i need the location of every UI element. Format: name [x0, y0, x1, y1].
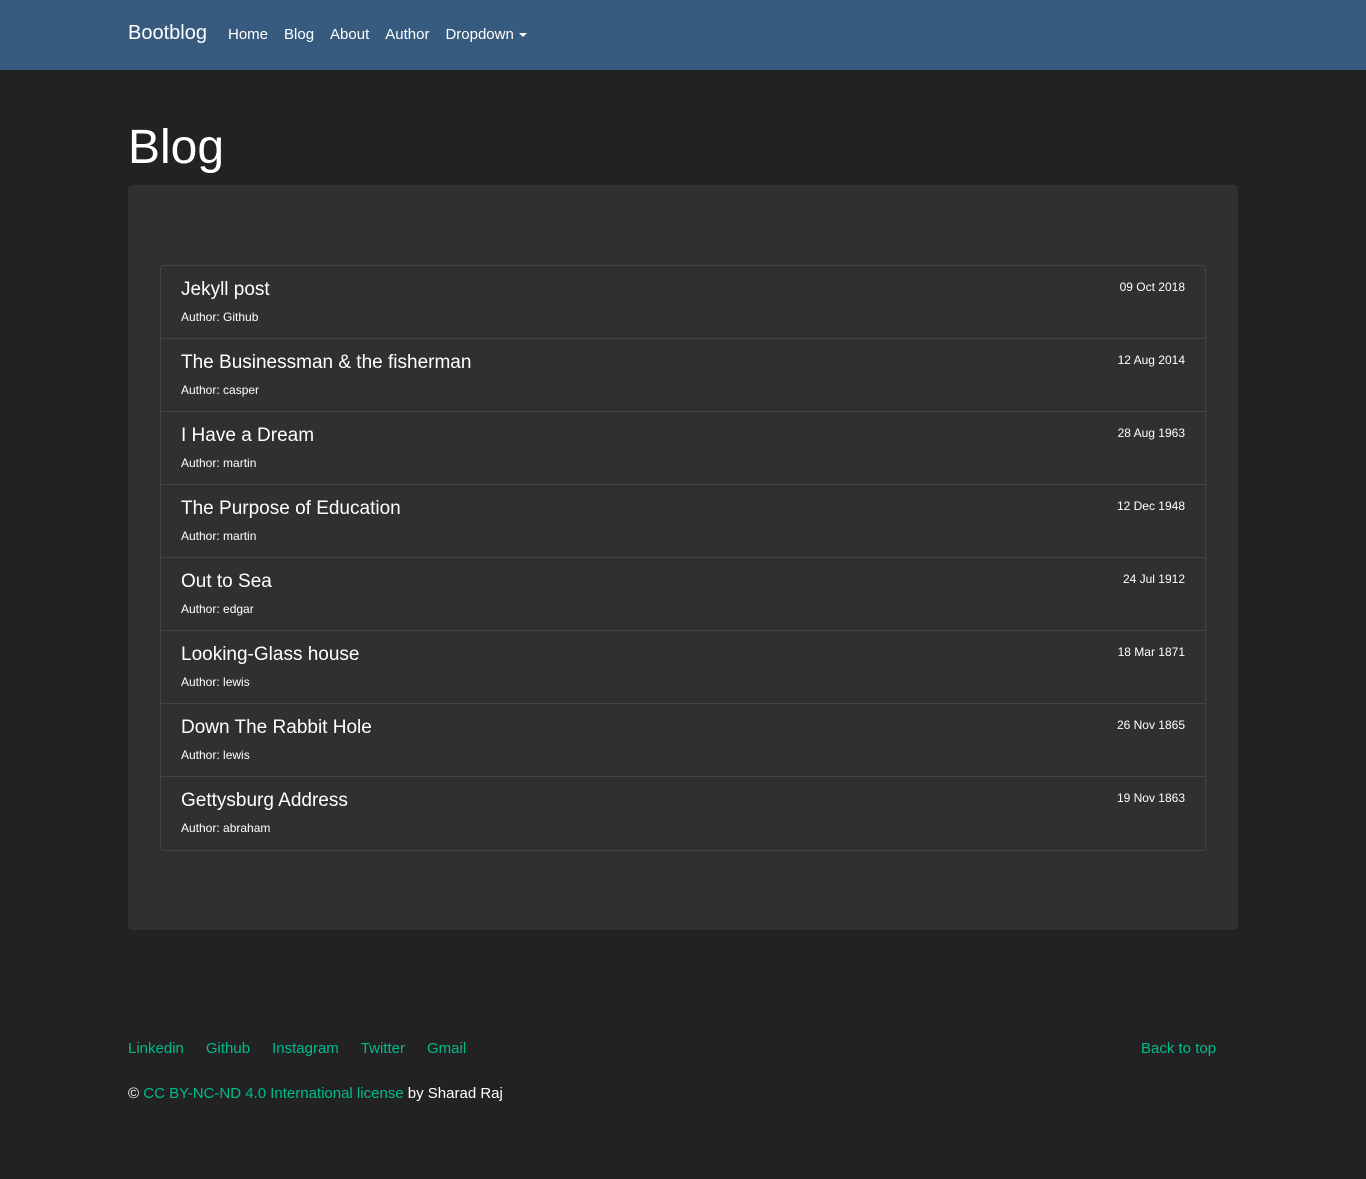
page-title: Blog — [128, 121, 225, 174]
post-item: Out to Sea Author: edgar 24 Jul 1912 — [161, 558, 1205, 631]
post-item: Down The Rabbit Hole Author: lewis 26 No… — [161, 704, 1205, 777]
post-title-link[interactable]: The Businessman & the fisherman — [181, 351, 1185, 375]
back-to-top-link[interactable]: Back to top — [1141, 1040, 1216, 1057]
post-item: I Have a Dream Author: martin 28 Aug 196… — [161, 412, 1205, 485]
post-list: Jekyll post Author: Github 09 Oct 2018 T… — [160, 265, 1206, 851]
post-title-link[interactable]: I Have a Dream — [181, 424, 1185, 448]
nav-link-home[interactable]: Home — [228, 26, 268, 43]
post-title-link[interactable]: Jekyll post — [181, 278, 1185, 302]
nav-link-author[interactable]: Author — [385, 26, 429, 43]
post-author: Author: abraham — [181, 821, 271, 835]
post-title-link[interactable]: Looking-Glass house — [181, 643, 1185, 667]
post-author: Author: lewis — [181, 675, 250, 689]
post-author: Author: lewis — [181, 748, 250, 762]
post-author: Author: martin — [181, 529, 257, 543]
post-date: 28 Aug 1963 — [1117, 426, 1185, 440]
post-author: Author: martin — [181, 456, 257, 470]
post-item: The Businessman & the fisherman Author: … — [161, 339, 1205, 412]
post-date: 12 Dec 1948 — [1116, 499, 1185, 513]
footer-link-twitter[interactable]: Twitter — [361, 1040, 405, 1057]
post-title-link[interactable]: Gettysburg Address — [181, 789, 1185, 813]
post-item: Jekyll post Author: Github 09 Oct 2018 — [161, 266, 1205, 339]
brand-link[interactable]: Bootblog — [128, 22, 207, 45]
footer-link-github[interactable]: Github — [206, 1040, 250, 1057]
copyright-symbol: © — [128, 1085, 140, 1102]
footer-link-instagram[interactable]: Instagram — [272, 1040, 339, 1057]
license-link[interactable]: CC BY-NC-ND 4.0 International license — [143, 1085, 403, 1102]
post-date: 12 Aug 2014 — [1117, 353, 1185, 367]
post-item: Gettysburg Address Author: abraham 19 No… — [161, 777, 1205, 850]
post-item: The Purpose of Education Author: martin … — [161, 485, 1205, 558]
caret-down-icon — [518, 32, 527, 37]
post-author: Author: casper — [181, 383, 260, 397]
nav-dropdown-toggle[interactable]: Dropdown — [445, 26, 527, 43]
post-author: Author: edgar — [181, 602, 254, 616]
post-date: 26 Nov 1865 — [1116, 718, 1185, 732]
footer-link-gmail[interactable]: Gmail — [427, 1040, 466, 1057]
byline: by Sharad Raj — [407, 1085, 503, 1102]
footer-link-linkedin[interactable]: Linkedin — [128, 1040, 184, 1057]
nav-link-about[interactable]: About — [330, 26, 369, 43]
post-author: Author: Github — [181, 310, 259, 324]
post-item: Looking-Glass house Author: lewis 18 Mar… — [161, 631, 1205, 704]
nav-link-blog[interactable]: Blog — [284, 26, 314, 43]
post-date: 09 Oct 2018 — [1119, 280, 1185, 294]
navbar: Bootblog Home Blog About Author Dropdown — [0, 0, 1366, 70]
post-date: 18 Mar 1871 — [1117, 645, 1185, 659]
copyright: © CC BY-NC-ND 4.0 International license … — [128, 1085, 503, 1102]
post-date: 19 Nov 1863 — [1116, 791, 1185, 805]
post-title-link[interactable]: The Purpose of Education — [181, 497, 1185, 521]
nav-dropdown-label: Dropdown — [445, 26, 514, 43]
footer-social-links: Linkedin Github Instagram Twitter Gmail — [128, 1040, 488, 1057]
post-title-link[interactable]: Out to Sea — [181, 570, 1185, 594]
post-title-link[interactable]: Down The Rabbit Hole — [181, 716, 1185, 740]
nav-links: Home Blog About Author Dropdown — [228, 26, 543, 43]
post-date: 24 Jul 1912 — [1122, 572, 1185, 586]
posts-card: Jekyll post Author: Github 09 Oct 2018 T… — [128, 185, 1238, 930]
